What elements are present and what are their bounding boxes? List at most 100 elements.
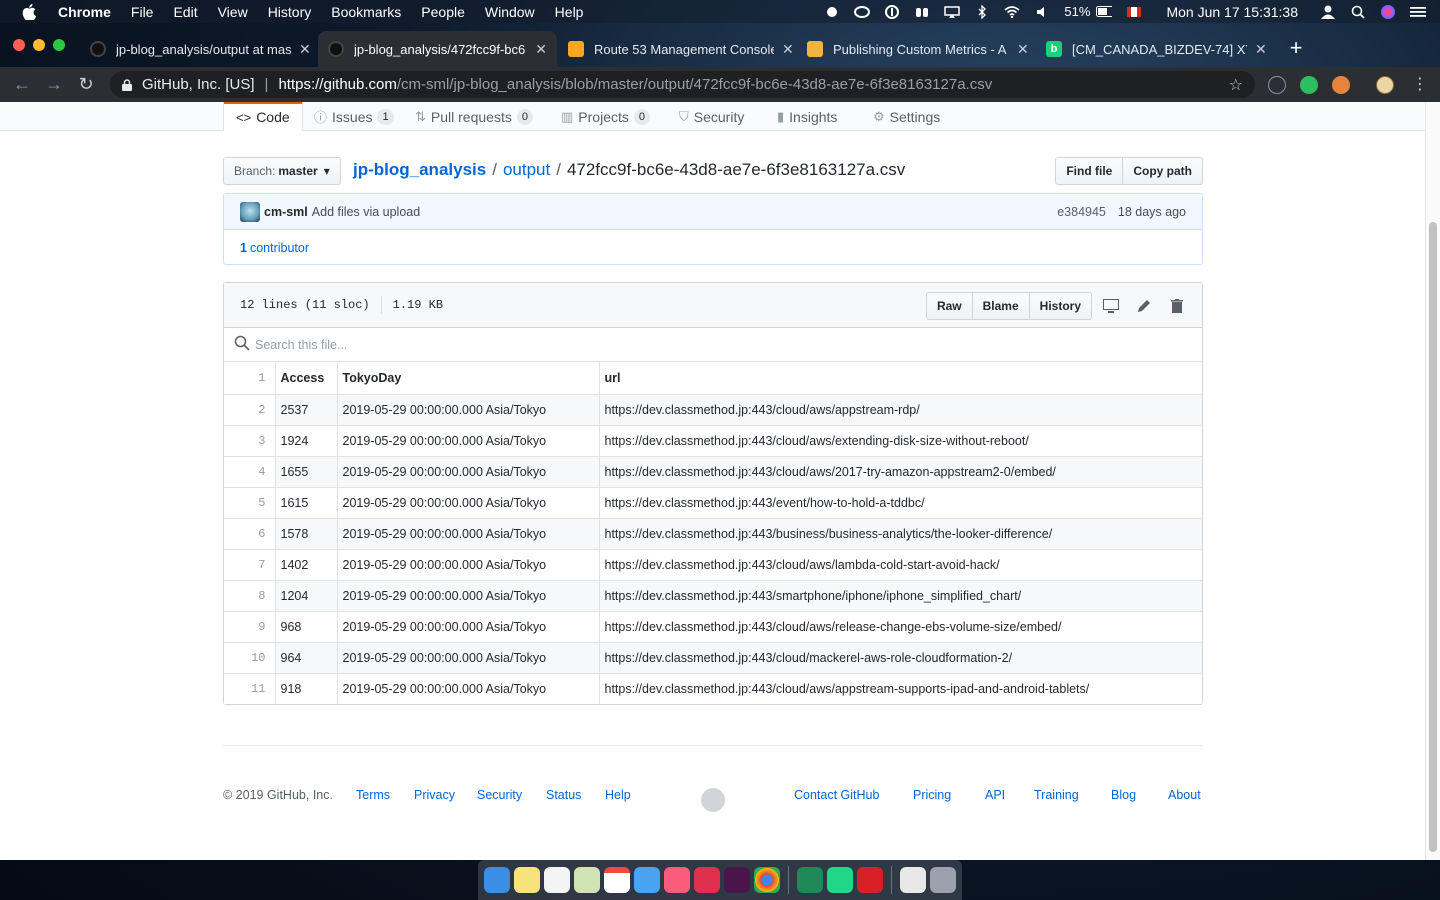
line-number[interactable]: 3 xyxy=(224,424,276,457)
line-number[interactable]: 2 xyxy=(224,393,276,426)
line-number[interactable]: 11 xyxy=(224,672,276,704)
tab-github-output[interactable]: jp-blog_analysis/output at mas ✕ xyxy=(80,31,321,67)
menu-history[interactable]: History xyxy=(268,4,312,20)
close-window-button[interactable] xyxy=(13,39,25,51)
menu-window[interactable]: Window xyxy=(485,4,535,20)
bookmark-star-icon[interactable]: ☆ xyxy=(1229,75,1243,95)
tab-github-csv[interactable]: jp-blog_analysis/472fcc9f-bc6 ✕ xyxy=(318,31,557,67)
volume-icon[interactable] xyxy=(1034,5,1050,19)
menu-file[interactable]: File xyxy=(131,4,154,20)
footer-link-about[interactable]: About xyxy=(1168,788,1201,802)
trash-icon[interactable] xyxy=(1168,297,1186,315)
pycharm-icon[interactable] xyxy=(827,867,853,893)
notes-icon[interactable] xyxy=(514,867,540,893)
tab-projects[interactable]: ▥ Projects 0 xyxy=(561,102,650,131)
cloud-icon[interactable] xyxy=(854,5,871,19)
new-tab-button[interactable]: + xyxy=(1284,37,1308,61)
profile-avatar-icon[interactable] xyxy=(1376,76,1394,94)
minimize-window-button[interactable] xyxy=(33,39,45,51)
footer-link-help[interactable]: Help xyxy=(605,788,631,802)
tab-pull-requests[interactable]: ⇅ Pull requests 0 xyxy=(415,102,533,131)
footer-link-training[interactable]: Training xyxy=(1034,788,1079,802)
blame-button[interactable]: Blame xyxy=(972,292,1030,320)
messages-icon[interactable] xyxy=(634,867,660,893)
menu-app-chrome[interactable]: Chrome xyxy=(58,4,111,20)
reload-icon[interactable]: ↻ xyxy=(70,74,102,95)
branch-select-button[interactable]: Branch: master ▾ xyxy=(223,157,341,185)
line-number[interactable]: 5 xyxy=(224,486,276,519)
back-arrow-icon[interactable]: ← xyxy=(6,74,38,95)
history-button[interactable]: History xyxy=(1029,292,1092,320)
commit-message-link[interactable]: Add files via upload xyxy=(312,205,420,219)
commit-sha-link[interactable]: e384945 xyxy=(1057,205,1106,219)
page-scrollbar[interactable] xyxy=(1425,102,1440,860)
apple-menu-icon[interactable] xyxy=(18,1,40,23)
forward-arrow-icon[interactable]: → xyxy=(38,74,70,95)
wifi-icon[interactable] xyxy=(1004,5,1020,19)
address-bar[interactable]: GitHub, Inc. [US] | https://github.com /… xyxy=(110,71,1255,98)
trash-icon[interactable] xyxy=(930,867,956,893)
tab-security[interactable]: ⛉ Security xyxy=(679,102,744,131)
raw-button[interactable]: Raw xyxy=(925,292,973,320)
extension-glasses-icon[interactable] xyxy=(1332,76,1350,94)
footer-link-api[interactable]: API xyxy=(985,788,1005,802)
line-number[interactable]: 7 xyxy=(224,548,276,581)
siri-icon[interactable] xyxy=(1380,4,1396,19)
contributors-link[interactable]: 1 contributor xyxy=(224,230,1202,265)
extension-info-icon[interactable] xyxy=(1268,76,1286,94)
copy-path-button[interactable]: Copy path xyxy=(1123,157,1203,185)
zoom-window-button[interactable] xyxy=(53,39,65,51)
notification-center-icon[interactable] xyxy=(1410,5,1426,19)
reminders-icon[interactable] xyxy=(544,867,570,893)
menu-help[interactable]: Help xyxy=(555,4,584,20)
one-password-icon[interactable] xyxy=(884,4,900,19)
menubar-clock[interactable]: Mon Jun 17 15:31:38 xyxy=(1166,4,1298,20)
tab-issues[interactable]: ⓘ Issues 1 xyxy=(314,102,394,131)
user-icon[interactable] xyxy=(1320,5,1336,19)
line-number[interactable]: 6 xyxy=(224,517,276,550)
avatar[interactable] xyxy=(240,201,260,222)
app-icon-green[interactable] xyxy=(797,867,823,893)
close-tab-icon[interactable]: ✕ xyxy=(299,41,311,58)
close-tab-icon[interactable]: ✕ xyxy=(535,41,547,58)
line-number[interactable]: 10 xyxy=(224,641,276,674)
binoculars-icon[interactable] xyxy=(914,5,930,19)
footer-link-pricing[interactable]: Pricing xyxy=(913,788,951,802)
finder-icon[interactable] xyxy=(484,867,510,893)
footer-link-privacy[interactable]: Privacy xyxy=(414,788,455,802)
desktop-icon[interactable] xyxy=(1102,297,1120,315)
tab-backlog-issue[interactable]: b [CM_CANADA_BIZDEV-74] XYZ ✕ xyxy=(1036,31,1277,67)
close-tab-icon[interactable]: ✕ xyxy=(1255,41,1267,58)
tab-route53[interactable]: Route 53 Management Console ✕ xyxy=(558,31,804,67)
github-mark-icon[interactable] xyxy=(701,788,725,812)
close-tab-icon[interactable]: ✕ xyxy=(1017,41,1029,58)
battery-icon[interactable] xyxy=(1096,5,1113,19)
lock-icon[interactable] xyxy=(122,78,132,91)
preview-icon[interactable] xyxy=(574,867,600,893)
line-number[interactable]: 4 xyxy=(224,455,276,488)
line-number[interactable]: 1 xyxy=(224,362,276,395)
spotlight-search-icon[interactable] xyxy=(1350,5,1366,19)
footer-link-blog[interactable]: Blog xyxy=(1111,788,1136,802)
bluetooth-icon[interactable] xyxy=(974,4,990,19)
chrome-icon[interactable] xyxy=(754,867,780,893)
airplay-icon[interactable] xyxy=(944,5,961,19)
breadcrumb-folder-link[interactable]: output xyxy=(503,160,550,180)
find-file-button[interactable]: Find file xyxy=(1055,157,1124,185)
calendar-icon[interactable] xyxy=(604,867,630,893)
close-tab-icon[interactable]: ✕ xyxy=(782,41,794,58)
footer-link-terms[interactable]: Terms xyxy=(356,788,390,802)
line-number[interactable]: 9 xyxy=(224,610,276,643)
line-number[interactable]: 8 xyxy=(224,579,276,612)
footer-link-contact[interactable]: Contact GitHub xyxy=(794,788,879,802)
commit-author-link[interactable]: cm-sml xyxy=(264,205,308,219)
tab-custom-metrics[interactable]: Publishing Custom Metrics - A ✕ xyxy=(797,31,1039,67)
moon-icon[interactable] xyxy=(824,5,840,19)
menu-view[interactable]: View xyxy=(218,4,248,20)
tab-insights[interactable]: ▮ Insights xyxy=(777,102,837,131)
documents-icon[interactable] xyxy=(900,867,926,893)
menu-edit[interactable]: Edit xyxy=(173,4,197,20)
app-icon-red[interactable] xyxy=(694,867,720,893)
scrollbar-thumb[interactable] xyxy=(1429,222,1437,852)
search-file-input[interactable] xyxy=(255,337,855,352)
